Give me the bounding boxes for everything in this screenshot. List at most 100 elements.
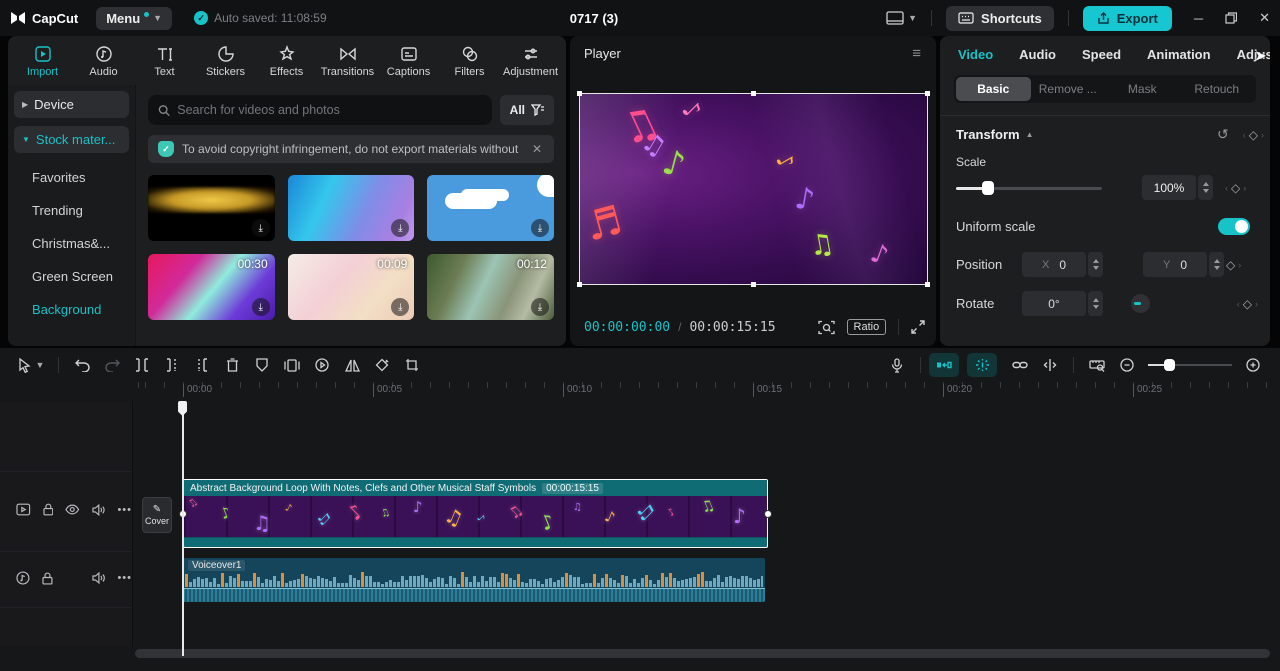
- tab-adjustment[interactable]: Adjustment: [500, 41, 561, 85]
- more-options-icon[interactable]: •••: [117, 504, 132, 516]
- fit-timeline-button[interactable]: [1082, 353, 1112, 377]
- eye-icon[interactable]: [65, 504, 80, 515]
- sidebar-item-christmas[interactable]: Christmas&...: [14, 227, 129, 260]
- keyframe-diamond-icon[interactable]: ◇: [1231, 181, 1240, 195]
- split-right-button[interactable]: [187, 353, 217, 377]
- search-input[interactable]: [177, 103, 482, 117]
- auto-ripple-toggle[interactable]: [929, 353, 959, 377]
- transform-handle[interactable]: [751, 282, 756, 287]
- close-icon[interactable]: ✕: [530, 142, 544, 156]
- select-tool-button[interactable]: ▼: [12, 353, 50, 377]
- sidebar-item-trending[interactable]: Trending: [14, 194, 129, 227]
- timeline-zoom-knob[interactable]: [1164, 359, 1175, 371]
- thumbnail-sky-clouds[interactable]: ⤓: [427, 175, 554, 241]
- tab-import[interactable]: Import: [12, 41, 73, 85]
- sidebar-item-stock-materials[interactable]: ▼ Stock mater...: [14, 126, 129, 153]
- tab-speed[interactable]: Speed: [1082, 47, 1121, 62]
- split-button[interactable]: [127, 353, 157, 377]
- video-clip[interactable]: Abstract Background Loop With Notes, Cle…: [179, 479, 772, 548]
- position-x-field[interactable]: X 0: [1022, 252, 1086, 277]
- subtab-retouch[interactable]: Retouch: [1180, 77, 1255, 101]
- sidebar-item-favorites[interactable]: Favorites: [14, 161, 129, 194]
- subtab-basic[interactable]: Basic: [956, 77, 1031, 101]
- preview-zoom-icon[interactable]: [817, 320, 835, 335]
- minimize-button[interactable]: ─: [1194, 11, 1203, 26]
- transform-handle[interactable]: [924, 91, 930, 96]
- playhead-line[interactable]: [182, 401, 184, 656]
- keyframe-diamond-icon[interactable]: ◇: [1226, 258, 1235, 272]
- subtab-remove[interactable]: Remove ...: [1031, 77, 1106, 101]
- scale-slider[interactable]: [956, 180, 1102, 195]
- transform-handle[interactable]: [751, 91, 756, 96]
- rotate-dial[interactable]: [1131, 294, 1150, 313]
- rotate-button[interactable]: [367, 353, 397, 377]
- scale-stepper[interactable]: [1198, 175, 1213, 200]
- playhead-handle[interactable]: [178, 401, 187, 416]
- download-icon[interactable]: ⤓: [391, 219, 410, 237]
- keyframe-control[interactable]: ‹ ◇ ›: [1237, 297, 1258, 311]
- keyframe-diamond-icon[interactable]: ◇: [1243, 297, 1252, 311]
- download-icon[interactable]: ⤓: [251, 219, 270, 237]
- tab-text[interactable]: Text: [134, 41, 195, 85]
- thumbnail-river-rocks[interactable]: 00:12 ⤓: [427, 254, 554, 320]
- audio-clip[interactable]: Voiceover1: [183, 558, 765, 602]
- position-y-stepper[interactable]: [1209, 252, 1224, 277]
- download-icon[interactable]: ⤓: [391, 298, 410, 316]
- restore-button[interactable]: [1225, 12, 1238, 24]
- tab-captions[interactable]: Captions: [378, 41, 439, 85]
- horizontal-scrollbar[interactable]: [135, 649, 1270, 658]
- tab-filters[interactable]: Filters: [439, 41, 500, 85]
- keyframe-control[interactable]: ‹ ◇ ›: [1243, 128, 1264, 142]
- keyframe-diamond-icon[interactable]: ◇: [1249, 128, 1258, 142]
- layout-switch-button[interactable]: ▼: [886, 11, 917, 25]
- uniform-scale-toggle[interactable]: [1218, 218, 1250, 235]
- keyframe-control[interactable]: ◇ ›: [1226, 258, 1241, 272]
- position-y-field[interactable]: Y 0: [1143, 252, 1207, 277]
- tab-effects[interactable]: Effects: [256, 41, 317, 85]
- reset-icon[interactable]: ↺: [1217, 126, 1229, 143]
- timeline-zoom-slider[interactable]: [1148, 359, 1232, 371]
- search-box[interactable]: [148, 95, 492, 125]
- export-button[interactable]: Export: [1082, 5, 1172, 31]
- freeze-frame-button[interactable]: [277, 353, 307, 377]
- sidebar-item-device[interactable]: ▶ Device: [14, 91, 129, 118]
- speed-button[interactable]: [307, 353, 337, 377]
- filter-button[interactable]: All: [499, 95, 554, 125]
- thumbnail-gradient-loop[interactable]: 00:30 ⤓: [148, 254, 275, 320]
- zoom-in-button[interactable]: [1238, 353, 1268, 377]
- thumbnail-ink-clouds[interactable]: ⤓: [287, 175, 415, 241]
- transform-handle[interactable]: [924, 282, 930, 287]
- tab-transitions[interactable]: Transitions: [317, 41, 378, 85]
- lock-icon[interactable]: [42, 503, 54, 516]
- scale-slider-knob[interactable]: [982, 180, 994, 195]
- transform-handle[interactable]: [576, 282, 582, 287]
- more-options-icon[interactable]: •••: [117, 572, 132, 584]
- speaker-icon[interactable]: [91, 572, 106, 584]
- subtab-mask[interactable]: Mask: [1105, 77, 1180, 101]
- thumbnail-pastel-texture[interactable]: 00:09 ⤓: [287, 254, 415, 320]
- shortcuts-button[interactable]: Shortcuts: [946, 5, 1054, 31]
- split-view-button[interactable]: [1035, 353, 1065, 377]
- mask-button[interactable]: [247, 353, 277, 377]
- mirror-button[interactable]: [337, 353, 367, 377]
- tab-audio[interactable]: Audio: [73, 41, 134, 85]
- download-icon[interactable]: ⤓: [530, 219, 549, 237]
- speaker-icon[interactable]: [92, 503, 106, 516]
- menu-button[interactable]: Menu ▼: [96, 6, 173, 30]
- lock-icon[interactable]: [42, 571, 53, 585]
- link-button[interactable]: [1005, 353, 1035, 377]
- sidebar-item-background[interactable]: Background: [14, 293, 129, 326]
- tab-animation[interactable]: Animation: [1147, 47, 1211, 62]
- player-menu-icon[interactable]: ≡: [912, 45, 922, 62]
- preview-stage[interactable]: ♫ ♪ ♫ ♬ ♪ ♪ ♫ ♪ ♪: [576, 91, 930, 287]
- undo-button[interactable]: [67, 353, 97, 377]
- clip-trim-handle-right[interactable]: [764, 509, 772, 518]
- split-left-button[interactable]: [157, 353, 187, 377]
- rotate-value-field[interactable]: 0°: [1022, 291, 1086, 316]
- redo-button[interactable]: [97, 353, 127, 377]
- close-button[interactable]: ✕: [1259, 10, 1270, 26]
- fullscreen-icon[interactable]: [911, 320, 925, 334]
- scale-value-field[interactable]: 100%: [1142, 175, 1196, 200]
- ratio-button[interactable]: Ratio: [846, 319, 887, 335]
- download-icon[interactable]: ⤓: [530, 298, 549, 316]
